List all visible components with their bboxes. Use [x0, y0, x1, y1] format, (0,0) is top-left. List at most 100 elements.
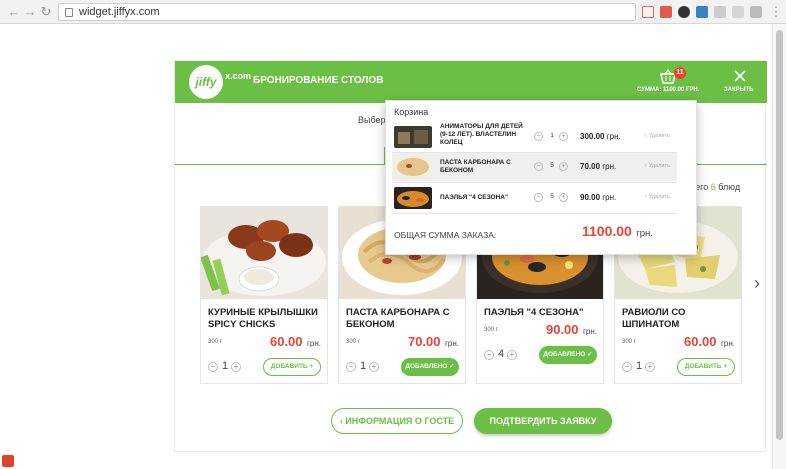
price-currency: грн.	[582, 327, 597, 336]
price-value: 60.00	[683, 334, 717, 349]
cart-item-name: ПАЭЛЬЯ "4 СЕЗОНА"	[440, 194, 509, 201]
page-icon	[65, 8, 73, 17]
quantity-value: 1	[359, 360, 367, 372]
quantity-value: 1	[221, 360, 229, 372]
cart-sum-label[interactable]: СУММА: 1100.00 ГРН.	[637, 87, 699, 93]
confirm-button[interactable]: ПОДТВЕРДИТЬ ЗАЯВКУ	[474, 408, 612, 434]
added-button[interactable]: ДОБАВЛЕНО ✓	[539, 346, 597, 364]
added-button[interactable]: ДОБАВЛЕНО ✓	[401, 358, 459, 376]
logo: jiffy	[189, 65, 223, 99]
remove-link[interactable]: ○ Удалить	[644, 194, 670, 200]
cart-item: ПАСТА КАРБОНАРА С БЕКОНОМ − 5 + 70.00 гр…	[392, 153, 677, 181]
quantity-value: 1	[635, 360, 643, 372]
minus-button[interactable]: −	[208, 362, 218, 372]
page-title: БРОНИРОВАНИЕ СТОЛОВ	[253, 75, 384, 86]
dish-name: КУРИНЫЕ КРЫЛЫШКИ SPICY CHICKS	[208, 307, 318, 330]
add-button[interactable]: ДОБАВИТЬ +	[263, 358, 321, 376]
quantity-stepper: − 5 +	[534, 162, 570, 172]
close-label[interactable]: ЗАКРЫТЬ	[724, 87, 754, 93]
logo-suffix: x.com	[225, 71, 252, 81]
remove-link[interactable]: ○ Удалить	[644, 133, 670, 139]
minus-button[interactable]: −	[534, 193, 543, 202]
arrow-left-icon[interactable]: ←	[6, 4, 22, 20]
minus-button[interactable]: −	[534, 162, 543, 171]
order-total-label: ОБЩАЯ СУММА ЗАКАЗА:	[394, 230, 497, 240]
plus-button[interactable]: +	[507, 350, 517, 360]
price-value: 70.00	[580, 162, 601, 171]
add-button[interactable]: ДОБАВИТЬ +	[677, 358, 735, 376]
price-value: 90.00	[545, 322, 579, 337]
arrow-right-icon[interactable]: →	[22, 4, 38, 20]
minus-button[interactable]: −	[534, 132, 543, 141]
minus-button[interactable]: −	[346, 362, 356, 372]
order-total-currency: грн.	[636, 228, 653, 239]
plus-button[interactable]: +	[559, 132, 568, 141]
price-currency: грн.	[306, 339, 321, 348]
dish-name: ПАЭЛЬЯ "4 СЕЗОНА"	[484, 307, 584, 318]
cart-item-photo	[394, 126, 432, 148]
extension-icon[interactable]	[660, 6, 672, 18]
cart-item-name: АНИМАТОРЫ ДЛЯ ДЕТЕЙ (9-12 ЛЕТ). ВЛАСТЕЛИ…	[440, 123, 523, 146]
chevron-right-icon[interactable]: ›	[754, 273, 760, 294]
quantity-value: 1	[550, 132, 554, 139]
cart-popup-title: Корзина	[394, 107, 429, 117]
extension-icon[interactable]	[750, 6, 762, 18]
remove-label: Удалить	[648, 133, 670, 139]
dish-price: 60.00 грн.	[684, 333, 735, 351]
price-currency: грн.	[444, 339, 459, 348]
app-icon[interactable]	[2, 455, 14, 467]
menu-icon[interactable]: ⋮	[768, 4, 784, 20]
minus-button[interactable]: −	[622, 362, 632, 372]
plus-button[interactable]: +	[645, 362, 655, 372]
price-currency: грн.	[720, 339, 735, 348]
cart-count-badge: 11	[674, 67, 686, 79]
extension-icon[interactable]	[714, 6, 726, 18]
scroll-thumb[interactable]	[776, 30, 783, 440]
cart-item: АНИМАТОРЫ ДЛЯ ДЕТЕЙ (9-12 ЛЕТ). ВЛАСТЕЛИ…	[392, 123, 677, 151]
page-scrollbar[interactable]	[772, 24, 786, 469]
remove-label: Удалить	[648, 194, 670, 200]
dish-price: 90.00 грн.	[546, 321, 597, 339]
guest-info-button[interactable]: ‹ ИНФОРМАЦИЯ О ГОСТЕ	[331, 408, 463, 434]
dish-weight: 300 г	[622, 339, 636, 345]
extension-icon[interactable]	[642, 6, 654, 18]
plus-button[interactable]: +	[559, 162, 568, 171]
dish-price: 70.00 грн.	[408, 333, 459, 351]
dish-photo	[201, 207, 327, 299]
plus-button[interactable]: +	[231, 362, 241, 372]
widget-header: jiffy x.com БРОНИРОВАНИЕ СТОЛОВ 11 СУММА…	[175, 61, 767, 103]
plus-button[interactable]: +	[369, 362, 379, 372]
cart-item-price: 90.00 грн.	[580, 193, 616, 202]
extension-icon[interactable]	[732, 6, 744, 18]
price-value: 70.00	[407, 334, 441, 349]
dish-card[interactable]: КУРИНЫЕ КРЫЛЫШКИ SPICY CHICKS 300 г 60.0…	[200, 206, 328, 384]
extension-icon[interactable]	[696, 6, 708, 18]
price-currency: грн.	[602, 162, 617, 171]
url-text: widget.jiffyx.com	[79, 6, 160, 18]
cart-item-photo	[394, 156, 432, 178]
reload-icon[interactable]: ↻	[38, 4, 54, 20]
dish-weight: 300 г	[346, 339, 360, 345]
remove-link[interactable]: ○ Удалить	[644, 163, 670, 169]
price-currency: грн.	[602, 193, 617, 202]
dish-price: 60.00 грн.	[270, 333, 321, 351]
price-currency: грн.	[606, 132, 621, 141]
quantity-stepper: − 1 +	[534, 132, 570, 142]
quantity-value: 5	[550, 193, 554, 200]
price-value: 60.00	[269, 334, 303, 349]
price-value: 90.00	[580, 193, 601, 202]
quantity-value: 4	[497, 348, 505, 360]
plus-button[interactable]: +	[559, 193, 568, 202]
cart-item-price: 70.00 грн.	[580, 162, 616, 171]
cart-item-name: ПАСТА КАРБОНАРА С БЕКОНОМ	[440, 159, 511, 174]
address-bar[interactable]: widget.jiffyx.com	[58, 3, 636, 21]
extension-icon[interactable]	[678, 6, 690, 18]
browser-toolbar: ← → ↻ widget.jiffyx.com ⋮	[0, 0, 786, 24]
close-icon[interactable]	[733, 69, 747, 83]
quantity-value: 5	[550, 162, 554, 169]
dish-weight: 300 г	[208, 339, 222, 345]
dish-weight: 300 г	[484, 327, 498, 333]
cart-item-photo	[394, 187, 432, 209]
minus-button[interactable]: −	[484, 350, 494, 360]
cart-item-price: 300.00 грн.	[580, 132, 621, 141]
